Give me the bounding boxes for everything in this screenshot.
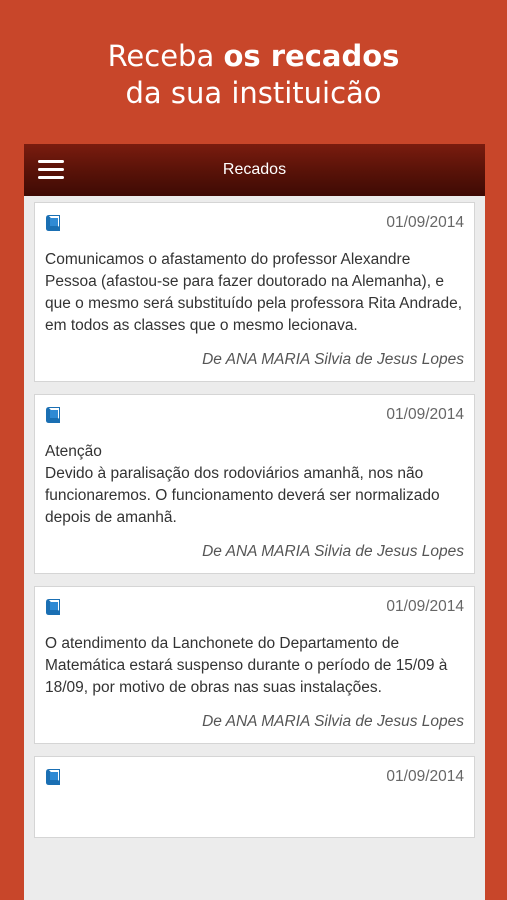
message-card[interactable]: 01/09/2014 Atenção Devido à paralisação … (34, 394, 475, 574)
message-card[interactable]: 01/09/2014 Comunicamos o afastamento do … (34, 202, 475, 382)
message-card[interactable]: 01/09/2014 (34, 756, 475, 838)
book-icon (46, 407, 60, 423)
book-icon (46, 769, 60, 785)
navbar-title: Recados (222, 161, 287, 178)
message-date: 01/09/2014 (386, 214, 464, 231)
message-date: 01/09/2014 (386, 768, 464, 785)
message-text: Atenção Devido à paralisação dos rodoviá… (45, 443, 440, 526)
promo-line-1-normal: Receba (107, 39, 215, 73)
message-text: O atendimento da Lanchonete do Departame… (45, 635, 448, 696)
messages-list[interactable]: 01/09/2014 Comunicamos o afastamento do … (24, 196, 485, 838)
message-header: 01/09/2014 (45, 587, 464, 627)
navbar: Recados (24, 144, 485, 196)
book-icon (46, 215, 60, 231)
message-header: 01/09/2014 (45, 757, 464, 797)
app-screen: Recados 01/09/2014 Comunicamos o afastam… (24, 144, 485, 900)
message-author: De ANA MARIA Silvia de Jesus Lopes (202, 351, 464, 368)
promo-line-1: Receba os recados (0, 38, 507, 75)
book-icon (46, 599, 60, 615)
promo-line-1-bold: os recados (223, 39, 400, 73)
promo-line-2: da sua instituicão (125, 76, 382, 110)
message-author: De ANA MARIA Silvia de Jesus Lopes (202, 713, 464, 730)
message-author: De ANA MARIA Silvia de Jesus Lopes (202, 543, 464, 560)
message-header: 01/09/2014 (45, 395, 464, 435)
promo-headline: Receba os recados da sua instituicão (0, 38, 507, 112)
message-header: 01/09/2014 (45, 203, 464, 243)
message-date: 01/09/2014 (386, 598, 464, 615)
message-card[interactable]: 01/09/2014 O atendimento da Lanchonete d… (34, 586, 475, 744)
message-text: Comunicamos o afastamento do professor A… (45, 251, 463, 334)
message-date: 01/09/2014 (386, 406, 464, 423)
